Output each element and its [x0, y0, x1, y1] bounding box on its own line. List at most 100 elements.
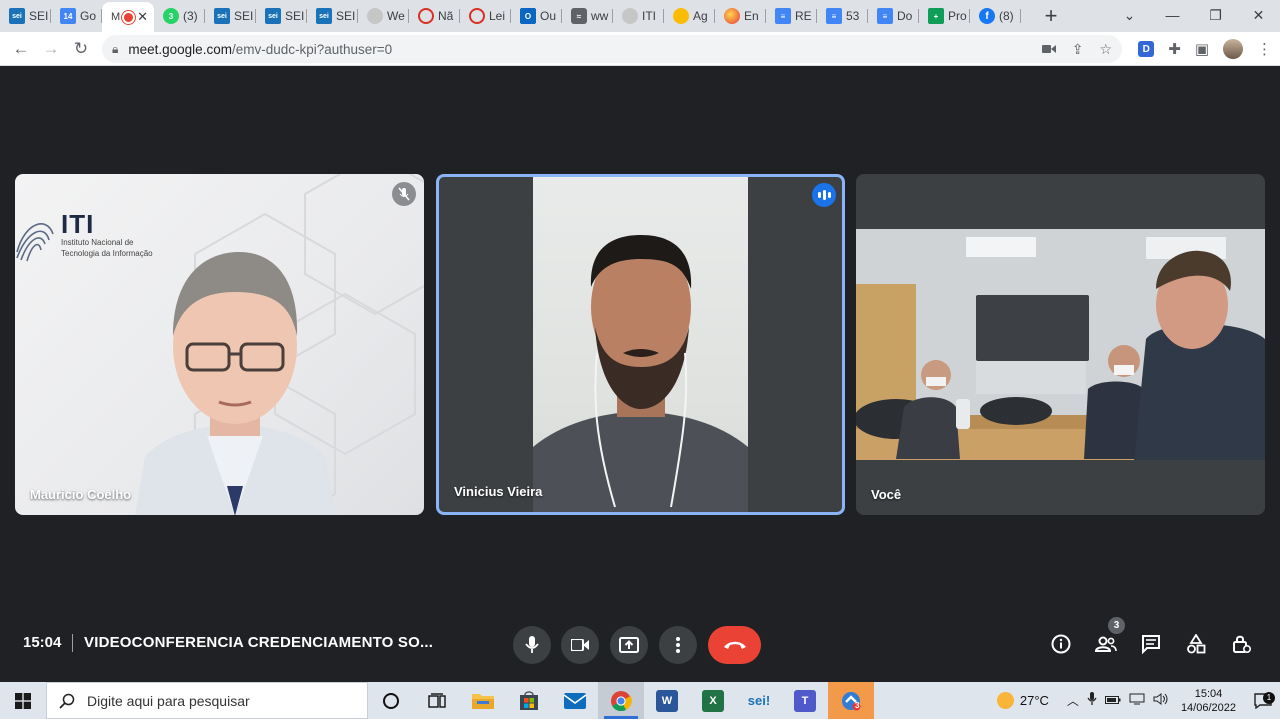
tab-search-chevron-icon[interactable]: ⌄: [1108, 0, 1151, 30]
browser-tab[interactable]: Ag: [664, 2, 715, 30]
volume-icon[interactable]: [1153, 693, 1169, 708]
browser-tab[interactable]: ≡ Do: [868, 2, 919, 30]
taskbar-app[interactable]: X: [690, 682, 736, 719]
browser-tab[interactable]: 14 Go: [51, 2, 102, 30]
network-icon[interactable]: [1129, 693, 1145, 708]
present-screen-button[interactable]: [610, 626, 648, 664]
chat-button[interactable]: [1137, 630, 1165, 658]
window-controls: ⌄ — ❐ ✕: [1108, 0, 1280, 32]
back-icon[interactable]: ←: [6, 34, 36, 64]
browser-tab[interactable]: sei SEI: [256, 2, 307, 30]
mail-icon: [563, 692, 587, 709]
browser-tab[interactable]: + Pro: [919, 2, 970, 30]
url-text[interactable]: meet.google.com/emv-dudc-kpi?authuser=0: [128, 42, 392, 57]
taskbar-app[interactable]: [414, 682, 460, 719]
side-panel-icon[interactable]: ▣: [1195, 40, 1209, 58]
docs-icon: ≡: [877, 8, 893, 24]
new-tab-button[interactable]: +: [1033, 2, 1069, 30]
mic-off-icon: [398, 187, 410, 201]
taskbar-app-chrome[interactable]: [598, 682, 644, 719]
taskbar-search[interactable]: Digite aqui para pesquisar: [46, 682, 368, 719]
hang-up-icon: [723, 641, 746, 649]
browser-tab[interactable]: O Ou: [511, 2, 562, 30]
facebook-icon: f: [979, 8, 995, 24]
sei-icon: sei: [9, 8, 25, 24]
battery-icon[interactable]: [1104, 694, 1121, 708]
search-icon: [59, 693, 75, 709]
taskbar-clock[interactable]: 15:04 14/06/2022: [1181, 687, 1236, 715]
more-options-button[interactable]: [659, 626, 697, 664]
divider: [72, 634, 73, 652]
participant-tile-self[interactable]: Você: [856, 174, 1265, 515]
browser-tab[interactable]: ITI: [613, 2, 664, 30]
browser-tab[interactable]: sei SEI: [205, 2, 256, 30]
chrome-menu-icon[interactable]: ⋮: [1257, 40, 1272, 58]
forward-icon[interactable]: →: [36, 34, 66, 64]
taskbar-app[interactable]: [460, 682, 506, 719]
taskbar-app[interactable]: T: [782, 682, 828, 719]
browser-tab[interactable]: sei SEI: [0, 2, 51, 30]
meet-recording-icon: [124, 12, 134, 22]
circle-red-icon: [418, 8, 434, 24]
activities-button[interactable]: [1182, 630, 1210, 658]
browser-tab-active[interactable]: M ✕: [102, 2, 154, 32]
browser-tab[interactable]: ≡ RE: [766, 2, 817, 30]
sheets-icon: +: [928, 8, 944, 24]
address-bar[interactable]: 🔒︎ meet.google.com/emv-dudc-kpi?authuser…: [102, 35, 1122, 63]
browser-tab[interactable]: Nã: [409, 2, 460, 30]
participant-tile[interactable]: ITI Instituto Nacional de Tecnologia da …: [15, 174, 424, 515]
camera-in-use-icon[interactable]: [1041, 41, 1056, 57]
microphone-tray-icon[interactable]: [1087, 692, 1097, 709]
chevron-up-icon[interactable]: ︿: [1067, 692, 1079, 709]
lock-icon[interactable]: 🔒︎: [112, 42, 118, 57]
browser-tab[interactable]: 3 (3): [154, 2, 205, 30]
taskbar-app[interactable]: W: [644, 682, 690, 719]
docs-icon: ≡: [826, 8, 842, 24]
close-window-icon[interactable]: ✕: [1237, 0, 1280, 30]
taskbar-app[interactable]: [506, 682, 552, 719]
activities-shapes-icon: [1187, 634, 1206, 654]
share-icon[interactable]: ⇪: [1072, 41, 1084, 58]
more-vertical-icon: [676, 637, 680, 653]
taskbar-app[interactable]: sei!: [736, 682, 782, 719]
host-controls-button[interactable]: [1227, 630, 1255, 658]
reload-icon[interactable]: ↻: [66, 34, 96, 64]
browser-tab[interactable]: En: [715, 2, 766, 30]
end-call-button[interactable]: [708, 626, 761, 664]
participant-video: [533, 177, 748, 512]
task-view-icon: [428, 692, 446, 708]
whatsapp-icon: 3: [163, 8, 179, 24]
restore-icon[interactable]: ❐: [1194, 0, 1237, 30]
app-badge: 3: [855, 701, 860, 710]
browser-tab[interactable]: sei SEI: [307, 2, 358, 30]
minimize-icon[interactable]: —: [1151, 0, 1194, 30]
microphone-button[interactable]: [513, 626, 551, 664]
bookmark-star-icon[interactable]: ☆: [1099, 41, 1112, 58]
browser-tab[interactable]: f (8): [970, 2, 1021, 30]
browser-tab[interactable]: We: [358, 2, 409, 30]
word-icon: W: [656, 689, 678, 712]
people-button[interactable]: [1092, 630, 1120, 658]
browser-tab[interactable]: ≈ ww: [562, 2, 613, 30]
close-tab-icon[interactable]: ✕: [137, 9, 148, 25]
taskbar-app[interactable]: 3: [828, 682, 874, 719]
fingerprint-icon: [16, 223, 54, 262]
meeting-title: VIDEOCONFERENCIA CREDENCIAMENTO SO...: [84, 634, 434, 651]
taskbar-app[interactable]: [552, 682, 598, 719]
browser-tab[interactable]: ≡ 53: [817, 2, 868, 30]
participant-tile-active-speaker[interactable]: Vinicius Vieira: [436, 174, 845, 515]
wave-icon: ≈: [571, 8, 587, 24]
globe-icon: [367, 8, 383, 24]
weather-widget[interactable]: 27°C: [996, 692, 1049, 709]
browser-tab[interactable]: Lei: [460, 2, 511, 30]
meeting-details-button[interactable]: [1047, 630, 1075, 658]
extension-d-icon[interactable]: D: [1138, 41, 1155, 57]
start-button[interactable]: [0, 682, 46, 719]
cortana-icon: [383, 692, 399, 709]
notifications-button[interactable]: 1: [1246, 691, 1280, 709]
profile-avatar[interactable]: [1223, 39, 1243, 59]
extensions-puzzle-icon[interactable]: ✚: [1168, 40, 1181, 58]
camera-button[interactable]: [561, 626, 599, 664]
taskbar-app[interactable]: [368, 682, 414, 719]
chrome-icon: [611, 690, 632, 711]
